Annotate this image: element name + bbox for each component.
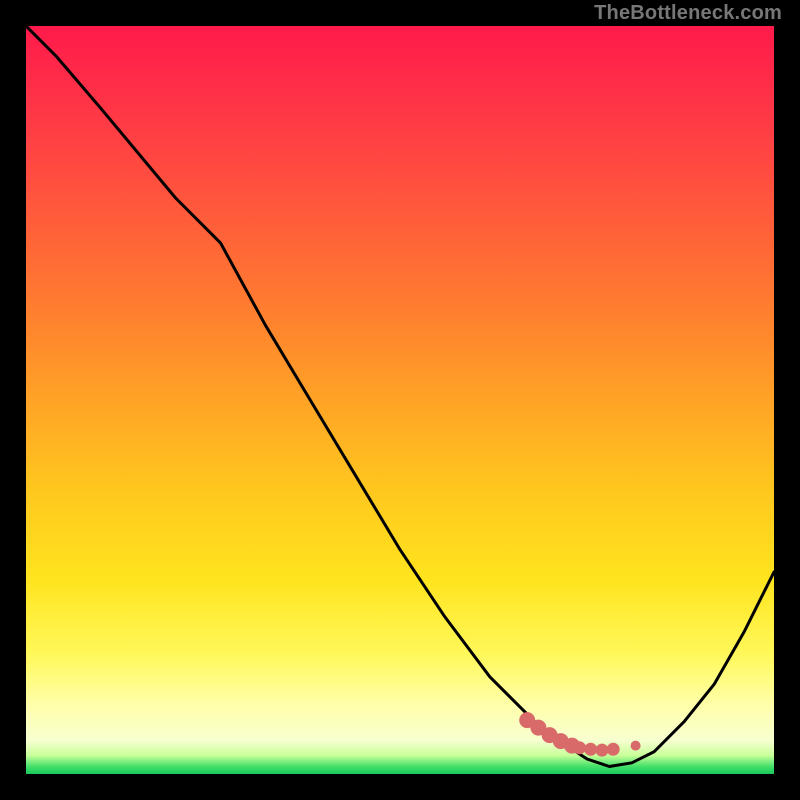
chart-frame <box>26 26 774 774</box>
gradient-background <box>26 26 774 774</box>
highlight-marker <box>573 741 586 754</box>
watermark-text: TheBottleneck.com <box>594 2 782 25</box>
highlight-marker <box>631 741 641 751</box>
highlight-marker <box>584 743 597 756</box>
highlight-marker <box>607 743 620 756</box>
highlight-marker <box>596 744 609 757</box>
bottleneck-chart <box>26 26 774 774</box>
